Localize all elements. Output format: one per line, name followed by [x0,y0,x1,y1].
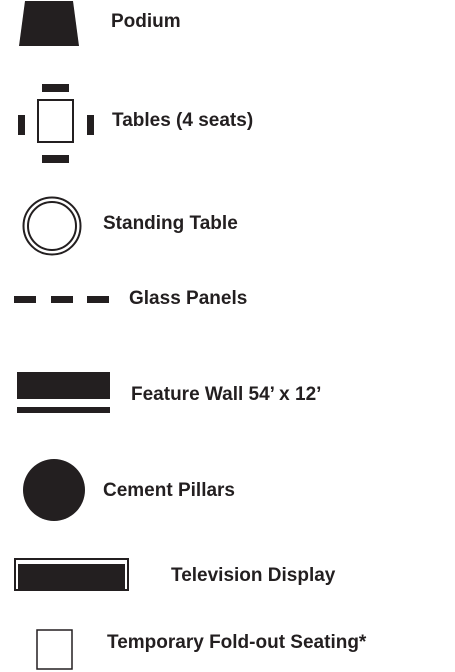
legend-item-podium: Podium [0,0,455,48]
legend-item-table-four-seats: Tables (4 seats) [0,80,455,165]
legend-label: Tables (4 seats) [112,110,254,131]
legend-item-feature-wall: Feature Wall 54’ x 12’ [0,360,455,420]
table-four-seats-icon [18,84,94,163]
legend-item-fold-out-seating: Temporary Fold-out Seating* [0,620,455,672]
legend-item-television-display: Television Display [0,550,455,600]
legend-item-standing-table: Standing Table [0,190,455,260]
legend-label: Television Display [171,565,336,586]
legend-label: Glass Panels [129,288,248,309]
glass-panels-icon [14,296,109,303]
legend-label: Feature Wall 54’ x 12’ [131,384,322,405]
cement-pillar-icon [23,459,85,521]
legend-label: Cement Pillars [103,480,235,501]
standing-table-icon [22,196,82,256]
legend-label: Temporary Fold-out Seating* [107,632,367,653]
fold-out-seating-icon [36,629,73,670]
legend-label: Standing Table [103,213,238,234]
podium-icon [19,1,79,46]
television-display-icon [14,558,129,591]
legend-item-glass-panels: Glass Panels [0,280,455,320]
feature-wall-icon [17,372,110,413]
legend-item-cement-pillars: Cement Pillars [0,450,455,530]
legend-label: Podium [111,11,181,32]
